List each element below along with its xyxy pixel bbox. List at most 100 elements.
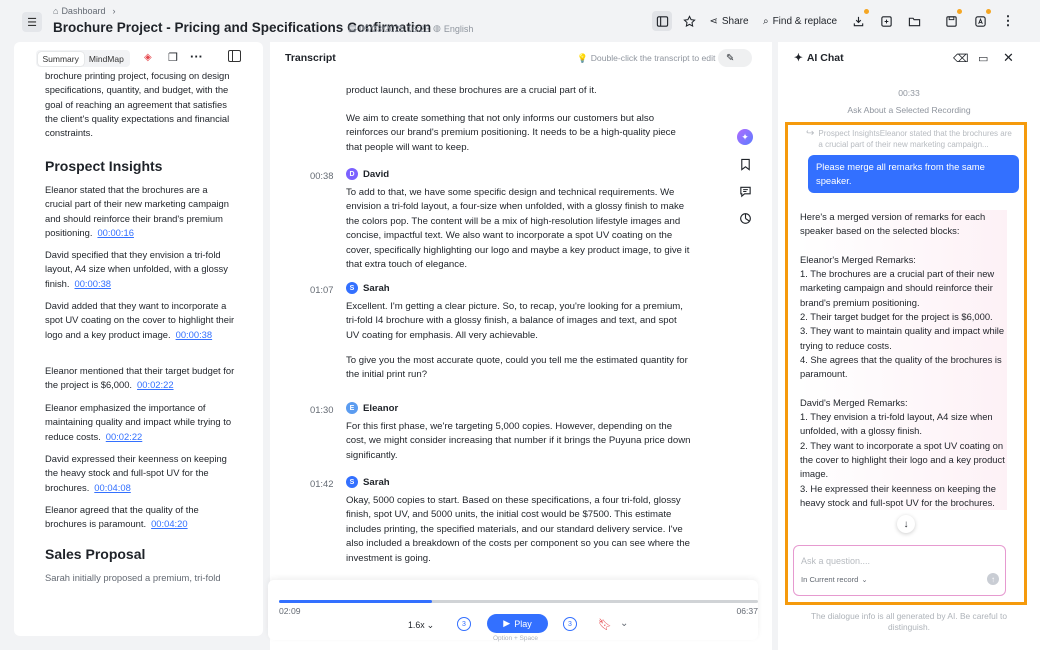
play-shortcut: Option + Space [493, 635, 538, 642]
calendar-icon: ▤ [348, 23, 357, 33]
bookmark-add-icon[interactable] [732, 151, 758, 177]
timestamp-link[interactable]: 00:04:08 [94, 482, 131, 493]
view-tabs: Summary MindMap [36, 50, 131, 67]
more-vertical-icon[interactable]: ⋮ [999, 11, 1017, 31]
tab-mindmap[interactable]: MindMap [84, 52, 129, 66]
chat-timestamp: 00:33 [898, 88, 920, 98]
send-icon[interactable]: ↑ [987, 573, 999, 585]
pie-chart-icon[interactable] [732, 205, 758, 231]
timestamp-link[interactable]: 00:04:20 [151, 518, 188, 529]
layout-toggle-icon[interactable] [652, 11, 672, 31]
ai-sparkle-icon[interactable]: ✦ [732, 124, 758, 150]
chat-title: ✦ AI Chat [794, 52, 844, 64]
speaker-name: Eleanor [363, 402, 399, 414]
bulb-icon: 💡 [577, 53, 588, 63]
close-icon[interactable]: ✕ [1003, 50, 1014, 66]
insight-item: David expressed their keenness on keepin… [45, 452, 235, 495]
rewind-icon[interactable]: 3 [457, 617, 471, 631]
language-meta[interactable]: ◍ English [433, 23, 473, 34]
forward-icon[interactable]: 3 [563, 617, 577, 631]
speed-select[interactable]: 1.6x ⌄ [408, 620, 434, 631]
prospect-insights-heading: Prospect Insights [45, 158, 163, 174]
pencil-icon: ✎ [726, 52, 735, 64]
breadcrumb[interactable]: ⌂ Dashboard › [53, 6, 115, 16]
avatar: S [346, 282, 358, 294]
bookmark-icon[interactable]: 🔖︎ [598, 618, 612, 631]
download-icon[interactable] [848, 9, 869, 31]
clear-icon[interactable]: ⌫ [953, 52, 969, 65]
summary-panel: Summary MindMap ◈ ❐ ··· brochure printin… [14, 42, 263, 636]
progress-fill [279, 600, 433, 603]
timestamp-link[interactable]: 00:00:38 [75, 278, 112, 289]
sales-proposal-heading: Sales Proposal [45, 546, 146, 562]
more-horizontal-icon[interactable]: ··· [190, 49, 203, 64]
user-message: Please merge all remarks from the same s… [808, 155, 1019, 193]
chevron-down-icon[interactable]: ⌄ [620, 618, 628, 629]
comment-icon[interactable] [732, 178, 758, 204]
timestamp-link[interactable]: 00:00:38 [176, 329, 213, 340]
date-meta: ▤ 05/23/2025 16:23 [348, 23, 430, 34]
speaker-name: David [363, 168, 390, 180]
avatar: S [346, 476, 358, 488]
save-icon[interactable] [941, 9, 962, 31]
transcript-panel: Transcript 💡 Double-click the transcript … [268, 42, 772, 650]
speaker-label[interactable]: S Sarah [346, 476, 390, 488]
insight-item: Eleanor stated that the brochures are a … [45, 183, 235, 240]
chat-history-icon[interactable]: ▭ [978, 52, 988, 65]
copy-icon[interactable]: ❐ [168, 51, 178, 64]
insight-text: Eleanor stated that the brochures are a … [45, 184, 229, 238]
speaker-label[interactable]: E Eleanor [346, 402, 398, 414]
entry-timestamp[interactable]: 00:38 [310, 170, 333, 181]
ai-disclaimer: The dialogue info is all generated by AI… [810, 611, 1007, 632]
color-palette-icon[interactable]: ◈ [144, 52, 152, 63]
question-input[interactable]: Ask a question.... In Current record ⌄ ↑ [793, 545, 1006, 596]
speaker-name: Sarah [363, 282, 390, 294]
star-icon[interactable] [679, 11, 699, 31]
audio-player: 02:09 06:37 1.6x ⌄ 3 ▶ Play Option + Space… [268, 580, 758, 642]
timestamp-link[interactable]: 00:02:22 [137, 379, 174, 390]
transcript-line: product launch, and these brochures are … [346, 85, 597, 96]
timestamp-link[interactable]: 00:02:22 [106, 431, 143, 442]
transcript-title: Transcript [285, 52, 336, 64]
insight-item: Eleanor emphasized the importance of mai… [45, 401, 235, 444]
ai-response: Here's a merged version of remarks for e… [800, 210, 1007, 511]
play-button[interactable]: ▶ Play [487, 614, 548, 633]
chevron-down-icon: ⌄ [426, 620, 435, 630]
find-replace-button[interactable]: ⌕ Find & replace [760, 11, 840, 31]
current-time: 02:09 [279, 606, 301, 616]
folder-icon[interactable] [904, 11, 924, 31]
reply-icon: ↪ [806, 128, 815, 139]
entry-text: For this first phase, we're targeting 5,… [346, 421, 691, 461]
export-icon[interactable] [876, 11, 896, 31]
insight-item: Eleanor mentioned that their target budg… [45, 364, 235, 393]
quoted-context: ↪ Prospect InsightsEleanor stated that th… [806, 128, 1012, 149]
speaker-label[interactable]: S Sarah [346, 282, 390, 294]
timestamp-link[interactable]: 00:00:16 [97, 227, 134, 238]
entry-text: Okay, 5000 copies to start. Based on the… [346, 495, 690, 564]
share-button[interactable]: ⋖ Share [707, 11, 751, 31]
sales-proposal-text: Sarah initially proposed a premium, tri-… [45, 572, 221, 583]
edit-toggle[interactable]: ✎ [718, 49, 752, 67]
insight-text: David specified that they envision a tri… [45, 249, 228, 289]
ai-tools-icon[interactable] [970, 9, 991, 31]
play-icon: ▶ [503, 618, 511, 628]
chat-subtitle: Ask About a Selected Recording [847, 105, 971, 115]
scroll-down-icon[interactable]: ↓ [897, 515, 915, 533]
entry-timestamp[interactable]: 01:42 [310, 478, 333, 489]
chevron-right-icon: › [112, 6, 116, 16]
tab-summary[interactable]: Summary [37, 51, 84, 66]
insight-item: Eleanor agreed that the quality of the b… [45, 503, 235, 532]
menu-icon[interactable]: ☰ [22, 12, 42, 32]
notification-dot [957, 9, 962, 14]
speaker-name: Sarah [363, 476, 390, 488]
scope-select[interactable]: In Current record ⌄ [801, 575, 868, 584]
entry-timestamp[interactable]: 01:30 [310, 404, 333, 415]
entry-text: Excellent. I'm getting a clear picture. … [346, 301, 683, 341]
insight-item: David specified that they envision a tri… [45, 248, 235, 291]
transcript-line: We aim to create something that not only… [346, 113, 676, 153]
speaker-label[interactable]: D David [346, 168, 389, 180]
collapse-panel-icon[interactable] [228, 50, 241, 62]
insight-item: David added that they want to incorporat… [45, 299, 235, 342]
question-placeholder: Ask a question.... [801, 556, 871, 566]
entry-timestamp[interactable]: 01:07 [310, 284, 333, 295]
